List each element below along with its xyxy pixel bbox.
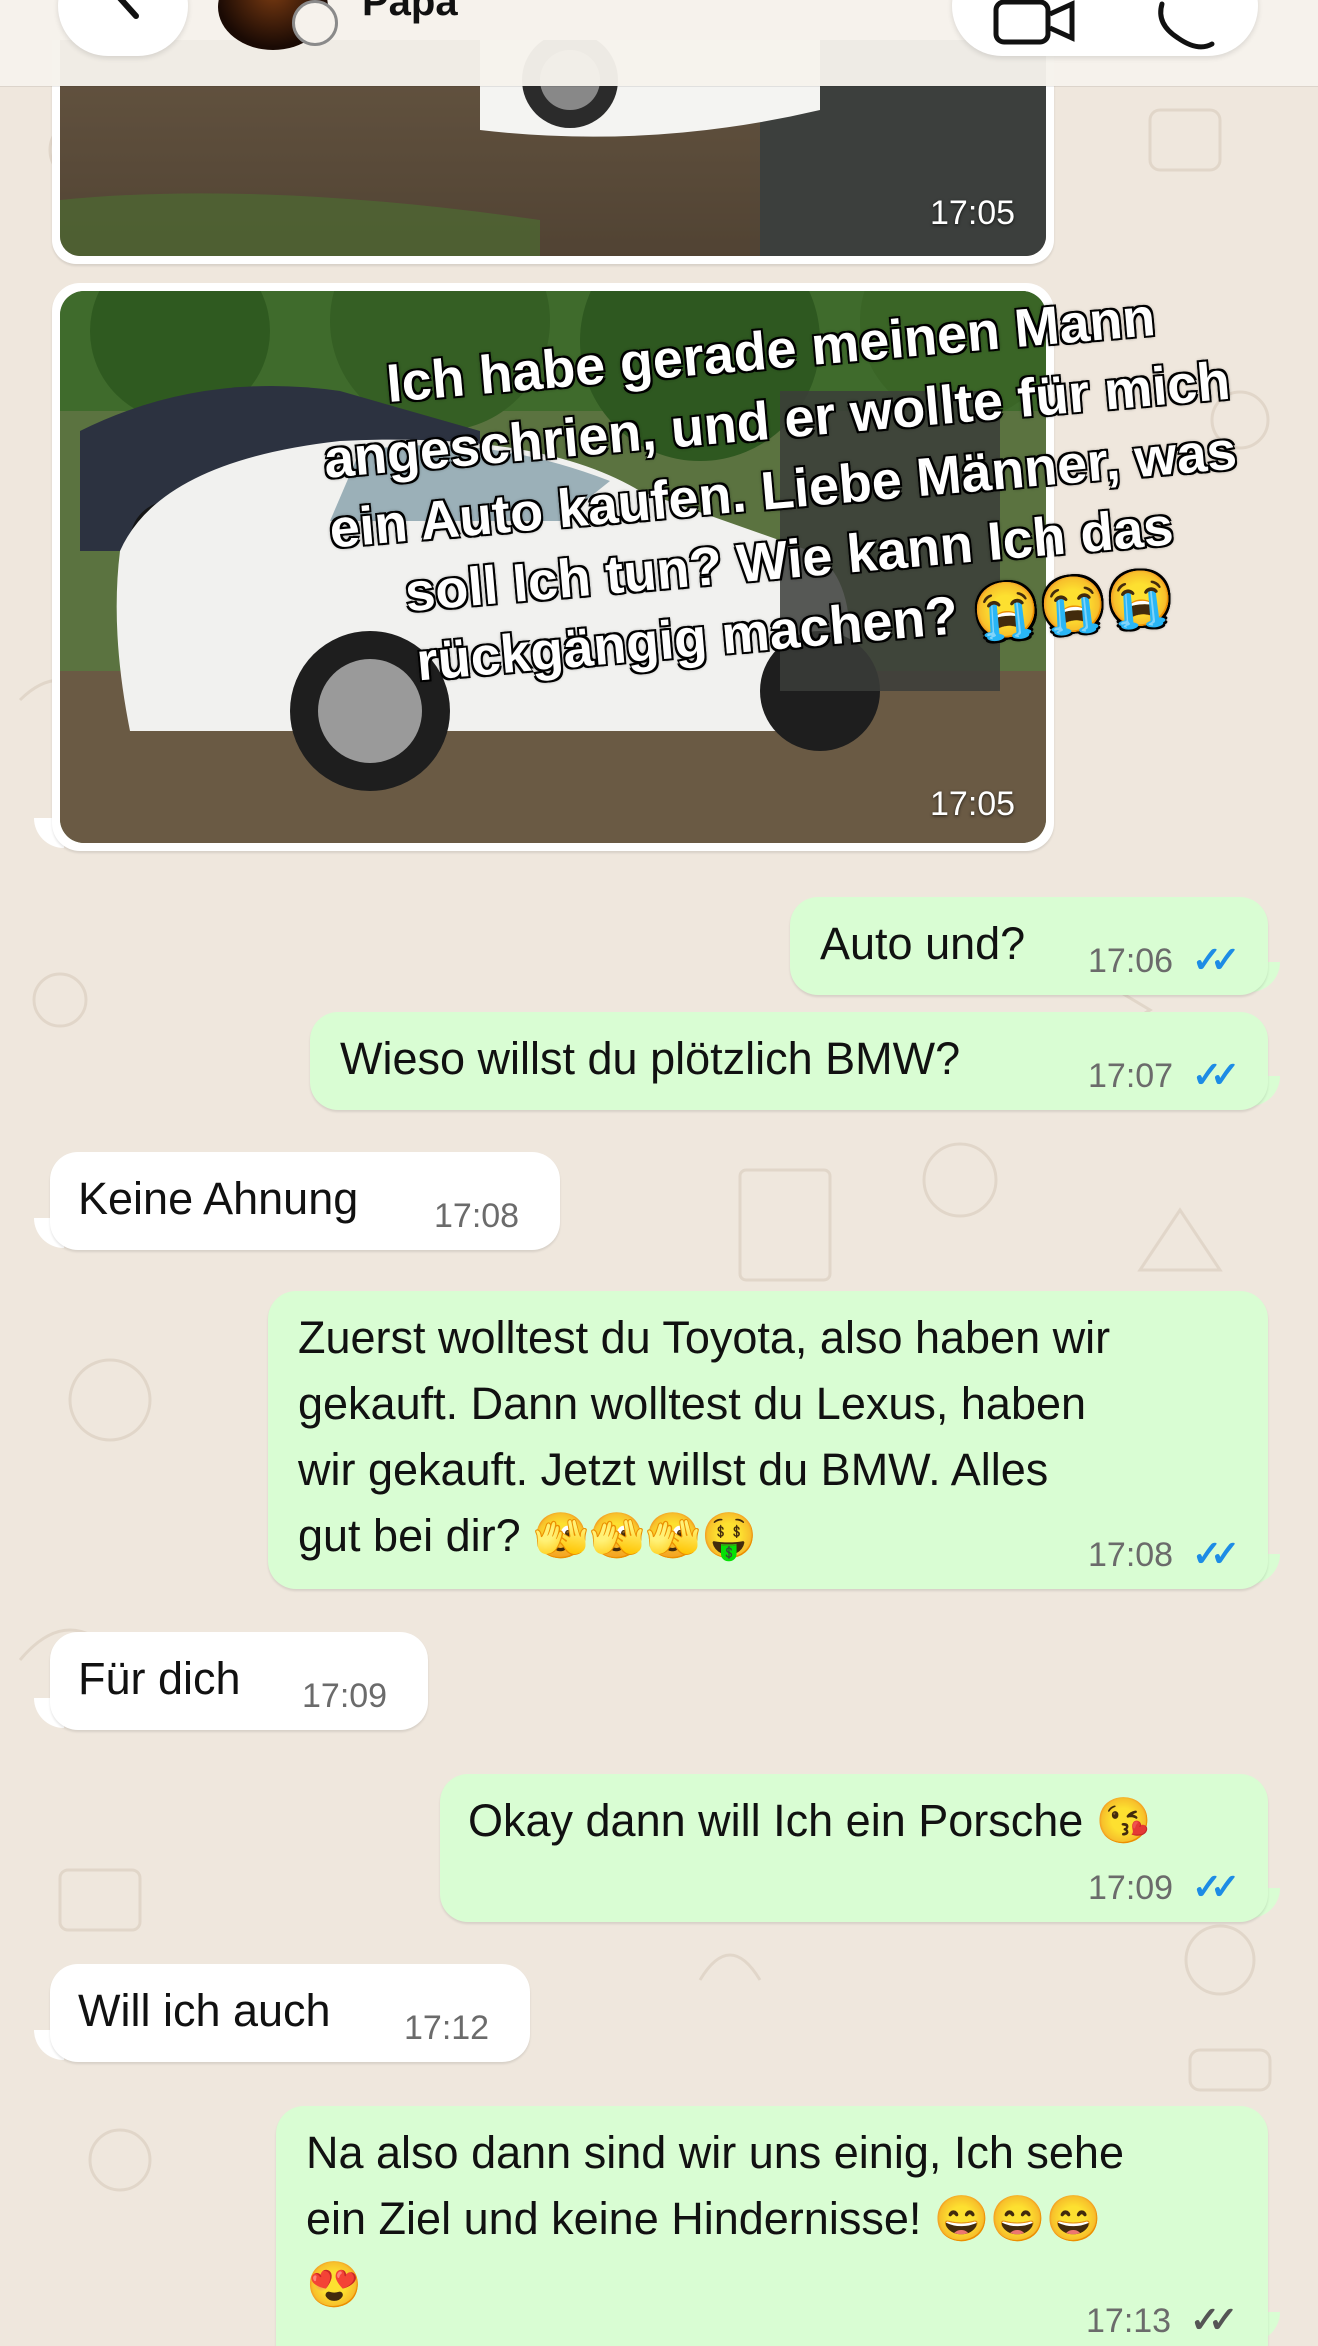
- phone-icon[interactable]: [1152, 0, 1222, 60]
- message-time: 17:06: [1088, 942, 1174, 980]
- chat-header: Papa: [0, 0, 1318, 86]
- video-call-icon[interactable]: [992, 0, 1082, 60]
- message-time: 17:08: [434, 1197, 520, 1235]
- read-ticks-icon: ✓✓: [1192, 1054, 1240, 1095]
- outgoing-message[interactable]: Na also dann sind wir uns einig, Ich seh…: [276, 2106, 1268, 2346]
- incoming-message[interactable]: Keine Ahnung 17:08: [50, 1152, 560, 1250]
- outgoing-message[interactable]: Wieso willst du plötzlich BMW? 17:07 ✓✓: [310, 1012, 1268, 1110]
- message-time: 17:09: [302, 1677, 388, 1715]
- back-button[interactable]: [58, 0, 188, 56]
- message-text: Na also dann sind wir uns einig, Ich seh…: [306, 2127, 1124, 2310]
- outgoing-message[interactable]: Okay dann will Ich ein Porsche 😘 17:09 ✓…: [440, 1774, 1268, 1922]
- incoming-message[interactable]: Für dich 17:09: [50, 1632, 428, 1730]
- message-text: Okay dann will Ich ein Porsche 😘: [468, 1795, 1152, 1846]
- call-buttons: [952, 0, 1258, 56]
- delivered-ticks-icon: ✓✓: [1190, 2299, 1238, 2340]
- outgoing-message[interactable]: Zuerst wolltest du Toyota, also haben wi…: [268, 1291, 1268, 1589]
- message-text: Keine Ahnung: [78, 1173, 359, 1224]
- read-ticks-icon: ✓✓: [1192, 1866, 1240, 1907]
- message-time: 17:12: [404, 2009, 490, 2047]
- message-time: 17:07: [1088, 1057, 1174, 1095]
- outgoing-message[interactable]: Auto und? 17:06 ✓✓: [790, 897, 1268, 995]
- message-text: Zuerst wolltest du Toyota, also haben wi…: [298, 1312, 1111, 1561]
- message-time: 17:08: [1088, 1536, 1174, 1574]
- message-text: Wieso willst du plötzlich BMW?: [340, 1033, 961, 1084]
- message-text: Will ich auch: [78, 1985, 331, 2036]
- back-chevron-icon: [117, 0, 139, 19]
- read-ticks-icon: ✓✓: [1192, 1533, 1240, 1574]
- message-time: 17:05: [930, 785, 1016, 823]
- read-ticks-icon: ✓✓: [1192, 939, 1240, 980]
- message-text: Auto und?: [820, 918, 1026, 969]
- status-icon: [292, 0, 338, 46]
- incoming-message[interactable]: Will ich auch 17:12: [50, 1964, 530, 2062]
- message-time: 17:05: [930, 194, 1016, 232]
- message-text: Für dich: [78, 1653, 241, 1704]
- message-time: 17:13: [1086, 2302, 1172, 2340]
- contact-name[interactable]: Papa: [362, 0, 458, 25]
- message-time: 17:09: [1088, 1869, 1174, 1907]
